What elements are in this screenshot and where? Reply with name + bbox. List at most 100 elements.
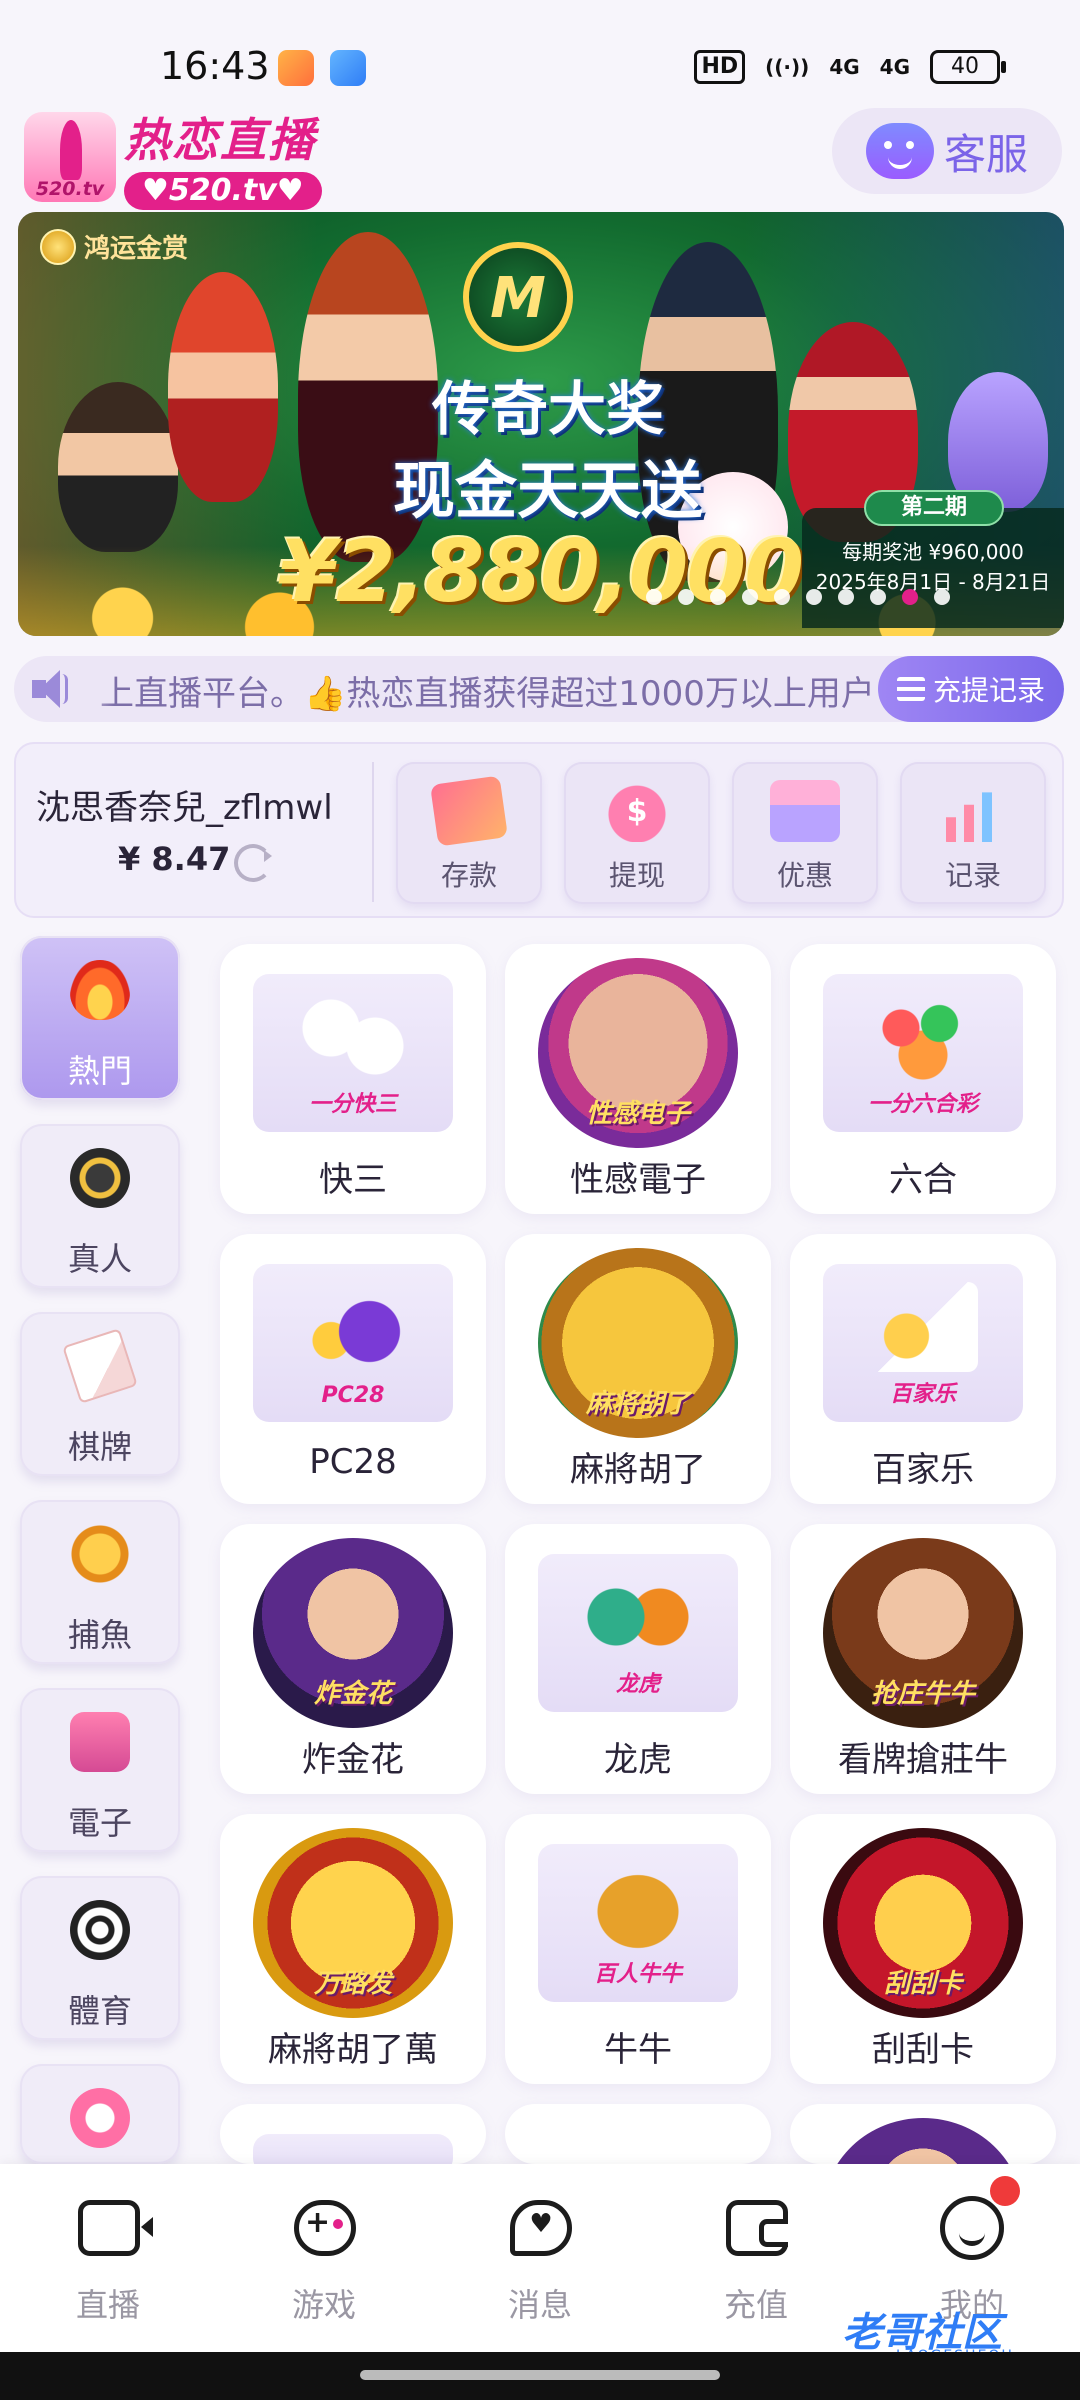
lottery-balls-icon — [868, 992, 978, 1082]
game-title: 看牌搶莊牛 — [838, 1740, 1008, 1780]
lottery-icon — [70, 2088, 130, 2148]
transaction-records-button[interactable]: 充提记录 — [878, 656, 1064, 722]
category-card-games[interactable]: 棋牌 — [20, 1312, 180, 1476]
card-icon — [62, 1328, 138, 1404]
bull-icon — [583, 1862, 693, 1952]
announcement-text: 上直播平台。👍热恋直播获得超过1000万以上用户 — [100, 674, 875, 714]
customer-service-label: 客服 — [943, 129, 1028, 179]
soccer-ball-icon — [70, 1900, 130, 1960]
game-thumbnail: 万路发 — [253, 1828, 453, 2018]
game-thumbnail: 一分六合彩 — [823, 974, 1023, 1132]
wifi-icon: ((·)) — [765, 55, 810, 79]
game-thumbnail: 性感电子 — [538, 958, 738, 1148]
category-live-casino[interactable]: 真人 — [20, 1124, 180, 1288]
game-thumbnail: 麻将胡了 — [538, 1248, 738, 1438]
promotions-button[interactable]: 优惠 — [732, 762, 878, 904]
username: 沈思香奈兒_zflmwl — [36, 788, 333, 828]
game-thumbnail — [823, 2118, 1023, 2164]
game-card-pc28[interactable]: PC28 PC28 — [220, 1234, 486, 1504]
dice-icon — [298, 992, 408, 1082]
game-card-partial[interactable] — [220, 2104, 486, 2164]
banner-pagination[interactable] — [646, 589, 950, 605]
announcement-marquee[interactable]: 上直播平台。👍热恋直播获得超过1000万以上用户 充提记录 — [14, 656, 1064, 722]
game-card-partial[interactable] — [505, 2104, 771, 2164]
game-card-liuhe[interactable]: 一分六合彩 六合 — [790, 944, 1056, 1214]
headset-icon — [865, 123, 934, 179]
signal-icon-1: 4G — [829, 55, 860, 79]
game-title: 炸金花 — [302, 1740, 404, 1780]
withdraw-button[interactable]: 提现 — [564, 762, 710, 904]
banner-subtitle: 现金天天送 — [392, 454, 703, 527]
banner-dot[interactable] — [902, 589, 918, 605]
banner-dot[interactable] — [678, 589, 694, 605]
banner-dot[interactable] — [742, 589, 758, 605]
game-card-partial[interactable] — [790, 2104, 1056, 2164]
wallet-icon — [726, 2200, 788, 2256]
records-button[interactable]: 记录 — [900, 762, 1046, 904]
wallet-panel: 沈思香奈兒_zflmwl ¥ 8.47 存款 提现 优惠 记录 — [14, 742, 1064, 918]
game-card-mahjong-ways-wan[interactable]: 万路发 麻將胡了萬 — [220, 1814, 486, 2084]
gift-icon — [770, 780, 840, 842]
promo-banner[interactable]: 鸿运金赏 传奇大奖 现金天天送 ¥2,880,000 第二期 每期奖池 ¥960… — [18, 212, 1064, 636]
game-card-sexy-slots[interactable]: 性感电子 性感電子 — [505, 944, 771, 1214]
app-logo: 520.tv 热恋直播 ♥520.tv♥ — [24, 104, 322, 210]
billiard-ball-icon — [298, 1282, 408, 1372]
game-title: 快三 — [319, 1160, 387, 1200]
banner-brand: 鸿运金赏 — [40, 228, 188, 265]
banner-dot[interactable] — [710, 589, 726, 605]
logo-mark-icon: 520.tv — [24, 112, 116, 202]
banner-period-panel: 第二期 每期奖池 ¥960,000 2025年8月1日 - 8月21日 — [802, 490, 1064, 628]
game-title: 牛牛 — [604, 2030, 672, 2070]
game-card-banker-bull[interactable]: 抢庄牛牛 看牌搶莊牛 — [790, 1524, 1056, 1794]
deposit-icon — [430, 775, 508, 847]
nav-messages[interactable]: 消息 — [432, 2164, 648, 2352]
game-title: PC28 — [309, 1442, 397, 1482]
cards-chips-icon — [868, 1282, 978, 1372]
category-fishing[interactable]: 捕魚 — [20, 1500, 180, 1664]
refresh-icon[interactable] — [234, 844, 272, 882]
game-card-dragon-tiger[interactable]: 龙虎 龙虎 — [505, 1524, 771, 1794]
banner-dot[interactable] — [774, 589, 790, 605]
withdraw-icon — [602, 780, 672, 842]
game-card-scratch-card[interactable]: 刮刮卡 刮刮卡 — [790, 1814, 1056, 2084]
banner-dot[interactable] — [934, 589, 950, 605]
logo-title: 热恋直播 — [124, 113, 316, 167]
banner-title: 传奇大奖 — [431, 375, 664, 443]
game-thumbnail: 抢庄牛牛 — [823, 1538, 1023, 1728]
category-hot[interactable]: 熱門 — [20, 936, 180, 1100]
game-title: 麻將胡了 — [570, 1450, 706, 1490]
bar-chart-icon — [938, 780, 1008, 842]
deposit-button[interactable]: 存款 — [396, 762, 542, 904]
game-thumbnail: 一分快三 — [253, 974, 453, 1132]
game-card-mahjong-ways[interactable]: 麻将胡了 麻將胡了 — [505, 1234, 771, 1504]
category-lottery[interactable] — [20, 2064, 180, 2164]
banner-dot[interactable] — [870, 589, 886, 605]
game-card-zhajinhua[interactable]: 炸金花 炸金花 — [220, 1524, 486, 1794]
game-card-niuniu[interactable]: 百人牛牛 牛牛 — [505, 1814, 771, 2084]
period-tag: 第二期 — [864, 490, 1004, 526]
category-sports[interactable]: 體育 — [20, 1876, 180, 2040]
home-indicator[interactable] — [360, 2370, 720, 2380]
customer-service-button[interactable]: 客服 — [832, 108, 1062, 194]
chip-icon — [70, 1148, 130, 1208]
game-card-baccarat[interactable]: 百家乐 百家乐 — [790, 1234, 1056, 1504]
banner-dot[interactable] — [806, 589, 822, 605]
banner-dot[interactable] — [646, 589, 662, 605]
nav-live[interactable]: 直播 — [0, 2164, 216, 2352]
nav-games[interactable]: 游戏 — [216, 2164, 432, 2352]
notification-app-icon — [278, 50, 314, 86]
period-prize-pool: 每期奖池 ¥960,000 — [842, 540, 1024, 564]
status-time: 16:43 — [160, 44, 270, 88]
banner-dot[interactable] — [838, 589, 854, 605]
divider — [372, 762, 374, 902]
category-slots[interactable]: 電子 — [20, 1688, 180, 1852]
game-card-k3[interactable]: 一分快三 快三 — [220, 944, 486, 1214]
brand-coin-icon — [40, 228, 76, 265]
notification-app-icon — [330, 50, 366, 86]
gamepad-icon — [294, 2200, 356, 2256]
status-bar: 16:43 HD ((·)) 4G 4G 40 — [0, 0, 1080, 100]
game-thumbnail: 刮刮卡 — [823, 1828, 1023, 2018]
dragon-tiger-icon — [583, 1572, 693, 1662]
game-thumbnail: 百家乐 — [823, 1264, 1023, 1422]
nav-recharge[interactable]: 充值 — [648, 2164, 864, 2352]
